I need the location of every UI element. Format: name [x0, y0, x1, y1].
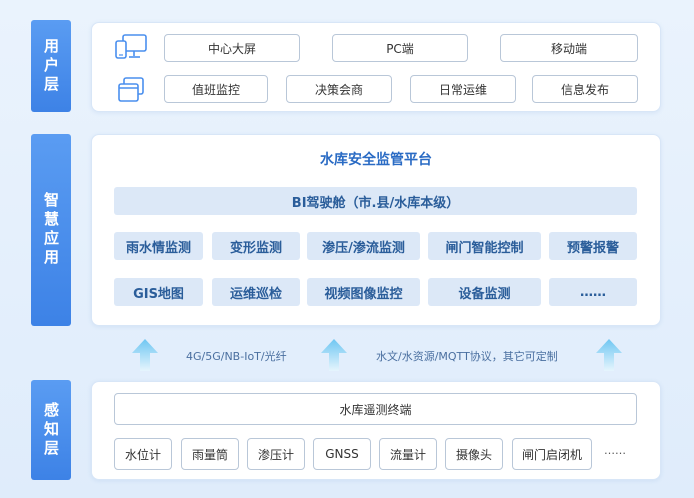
- device-camera: 摄像头: [445, 438, 503, 470]
- user-item-mobile: 移动端: [500, 34, 638, 62]
- up-arrow-right-icon: [596, 339, 622, 371]
- device-flowmeter: 流量计: [379, 438, 437, 470]
- module-seepage: 渗压/渗流监测: [307, 232, 420, 260]
- module-inspection: 运维巡检: [212, 278, 300, 306]
- user-item-big-screen: 中心大屏: [164, 34, 300, 62]
- user-item-pc: PC端: [332, 34, 468, 62]
- module-more: ……: [549, 278, 637, 306]
- windows-stack-icon: [116, 76, 146, 108]
- user-item-duty-monitor: 值班监控: [164, 75, 268, 103]
- network-label: 4G/5G/NB-IoT/光纤: [186, 350, 287, 363]
- module-video: 视频图像监控: [307, 278, 420, 306]
- monitor-phone-icon: [114, 33, 148, 65]
- platform-title: 水库安全监管平台: [320, 152, 432, 168]
- app-layer-panel: 水库安全监管平台 BI驾驶舱（市.县/水库本级） 雨水情监测 变形监测 渗压/渗…: [91, 134, 661, 326]
- module-deformation: 变形监测: [212, 232, 300, 260]
- up-arrow-left-icon: [132, 339, 158, 371]
- device-water-level: 水位计: [114, 438, 172, 470]
- module-gis-map: GIS地图: [114, 278, 203, 306]
- layer-tab-user: 用户层: [31, 20, 71, 112]
- layer-tab-sense: 感知层: [31, 380, 71, 480]
- user-item-info-release: 信息发布: [532, 75, 638, 103]
- bi-cockpit: BI驾驶舱（市.县/水库本级）: [114, 187, 637, 215]
- device-piezometer: 渗压计: [247, 438, 305, 470]
- device-gate-hoist: 闸门启闭机: [512, 438, 592, 470]
- sense-layer-panel: 水库遥测终端 水位计 雨量筒 渗压计 GNSS 流量计 摄像头 闸门启闭机 ……: [91, 381, 661, 480]
- module-device: 设备监测: [428, 278, 541, 306]
- module-alarm: 预警报警: [549, 232, 637, 260]
- module-gate-control: 闸门智能控制: [428, 232, 541, 260]
- user-item-daily-ops: 日常运维: [410, 75, 516, 103]
- layer-tab-app: 智慧应用: [31, 134, 71, 326]
- telemetry-terminal: 水库遥测终端: [114, 393, 637, 425]
- user-layer-panel: 中心大屏 PC端 移动端 值班监控 决策会商 日常运维 信息发布: [91, 22, 661, 112]
- protocol-label: 水文/水资源/MQTT协议，其它可定制: [376, 350, 558, 363]
- module-rain-water: 雨水情监测: [114, 232, 203, 260]
- up-arrow-middle-icon: [321, 339, 347, 371]
- user-item-decision: 决策会商: [286, 75, 392, 103]
- device-rain-gauge: 雨量筒: [181, 438, 239, 470]
- device-more: ……: [604, 444, 626, 457]
- device-gnss: GNSS: [313, 438, 371, 470]
